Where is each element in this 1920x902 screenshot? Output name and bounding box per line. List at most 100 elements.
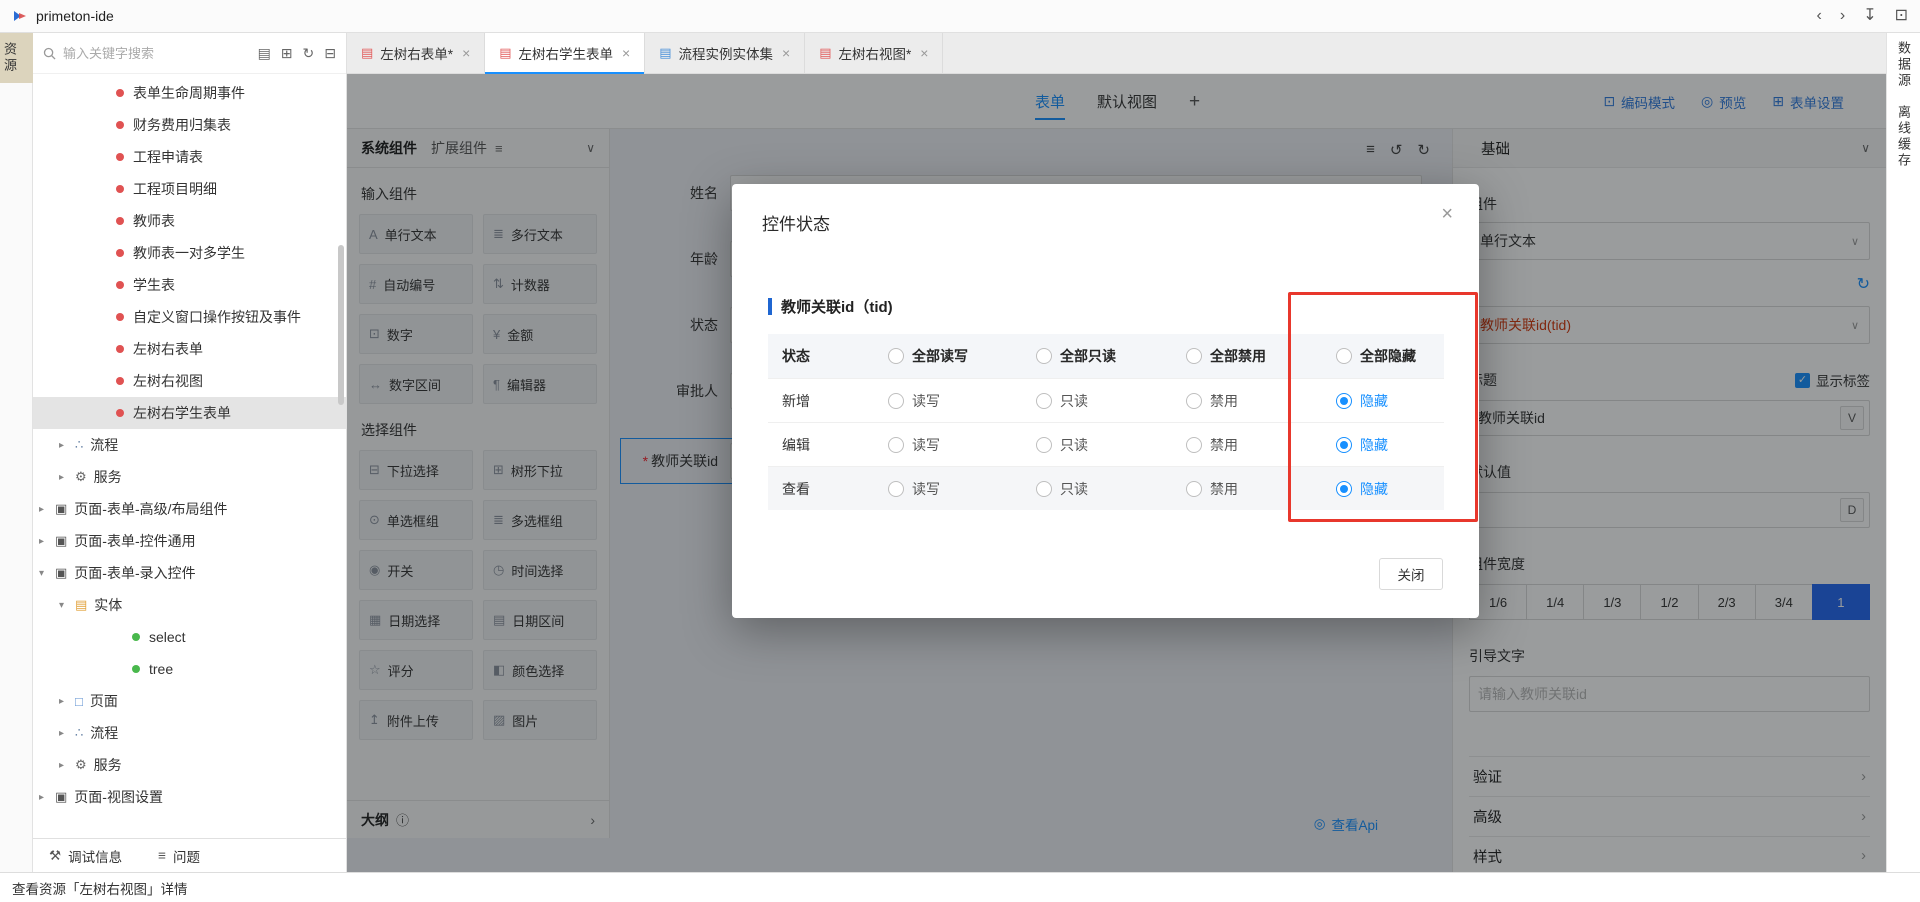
- tree-item[interactable]: 工程申请表: [33, 141, 346, 173]
- option-cell: 读写: [888, 479, 1036, 499]
- radio-button[interactable]: [1186, 481, 1202, 497]
- document-tab[interactable]: ▤左树右视图*×: [805, 33, 943, 73]
- status-dot-icon: [116, 217, 124, 225]
- tree-item[interactable]: 教师表: [33, 205, 346, 237]
- app-logo-icon: [12, 8, 28, 24]
- tree-item[interactable]: ▸▣页面-表单-控件通用: [33, 525, 346, 557]
- tree-item-label: 教师表一对多学生: [133, 243, 245, 263]
- tree-item[interactable]: ▸▣页面-视图设置: [33, 781, 346, 813]
- radio-button[interactable]: [1036, 437, 1052, 453]
- tree-item[interactable]: 自定义窗口操作按钮及事件: [33, 301, 346, 333]
- radio-button[interactable]: [888, 348, 904, 364]
- flow-icon: ∴: [75, 437, 83, 453]
- option-label: 隐藏: [1360, 479, 1388, 499]
- radio-button[interactable]: [1036, 348, 1052, 364]
- close-tab-icon[interactable]: ×: [462, 45, 470, 61]
- tree-item[interactable]: 学生表: [33, 269, 346, 301]
- tree-item[interactable]: 左树右视图: [33, 365, 346, 397]
- tree-item[interactable]: ▸⚙服务: [33, 749, 346, 781]
- radio-button[interactable]: [1336, 437, 1352, 453]
- close-tab-icon[interactable]: ×: [622, 45, 630, 61]
- tree-item-label: 学生表: [133, 275, 175, 295]
- chevron-right-icon: ▸: [59, 696, 75, 707]
- tree-item-label: 左树右视图: [133, 371, 203, 391]
- modal-title: 控件状态: [762, 210, 830, 235]
- option-cell: 隐藏: [1336, 435, 1444, 455]
- bottom-tab[interactable]: ⚒调试信息: [49, 846, 122, 866]
- tree-item[interactable]: ▸∴流程: [33, 429, 346, 461]
- statusbar-text: 查看资源「左树右视图」详情: [12, 878, 188, 898]
- chevron-right-icon: ▸: [59, 728, 75, 739]
- tree-item[interactable]: select: [33, 621, 346, 653]
- new-folder-icon[interactable]: ⊞: [281, 45, 293, 62]
- close-tab-icon[interactable]: ×: [920, 45, 928, 61]
- scrollbar[interactable]: [338, 245, 344, 405]
- status-dot-icon: [116, 313, 124, 321]
- status-dot-icon: [116, 185, 124, 193]
- tree-item-label: 流程: [90, 435, 118, 455]
- title-accent-bar: [768, 298, 772, 315]
- radio-button[interactable]: [888, 393, 904, 409]
- radio-button[interactable]: [1336, 393, 1352, 409]
- control-state-table: 状态全部读写全部只读全部禁用全部隐藏新增读写只读禁用隐藏编辑读写只读禁用隐藏查看…: [768, 334, 1444, 510]
- tree-item[interactable]: ▸∴流程: [33, 717, 346, 749]
- document-tab[interactable]: ▤流程实例实体集×: [645, 33, 805, 73]
- issues-icon: ≡: [158, 848, 166, 863]
- cube-icon: ▣: [55, 789, 67, 805]
- status-dot-icon: [116, 121, 124, 129]
- cube-icon: ▣: [55, 565, 67, 581]
- option-cell: 禁用: [1186, 479, 1336, 499]
- close-tab-icon[interactable]: ×: [782, 45, 790, 61]
- radio-button[interactable]: [1336, 348, 1352, 364]
- tree-item[interactable]: 表单生命周期事件: [33, 77, 346, 109]
- new-form-icon[interactable]: ▤: [258, 45, 271, 62]
- tree-item[interactable]: ▾▣页面-表单-录入控件: [33, 557, 346, 589]
- collapse-all-icon[interactable]: ⊟: [324, 45, 336, 62]
- bottom-tab[interactable]: ≡问题: [158, 846, 200, 866]
- close-icon[interactable]: ×: [1441, 204, 1453, 224]
- option-cell: 只读: [1036, 479, 1186, 499]
- right-rail-tab[interactable]: 数据源: [1894, 41, 1913, 89]
- status-dot-icon: [116, 409, 124, 417]
- option-label: 读写: [912, 391, 940, 411]
- radio-button[interactable]: [1336, 481, 1352, 497]
- tree-item[interactable]: 工程项目明细: [33, 173, 346, 205]
- document-tabs: ▤左树右表单*×▤左树右学生表单×▤流程实例实体集×▤左树右视图*×: [347, 33, 1886, 74]
- radio-button[interactable]: [1036, 481, 1052, 497]
- save-icon[interactable]: ⊡: [1895, 8, 1908, 24]
- table-row: 查看读写只读禁用隐藏: [768, 466, 1444, 510]
- tree-item[interactable]: ▸▣页面-表单-高级/布局组件: [33, 493, 346, 525]
- row-state-label: 编辑: [768, 435, 888, 455]
- radio-button[interactable]: [1036, 393, 1052, 409]
- document-tab[interactable]: ▤左树右学生表单×: [485, 33, 645, 73]
- tree-item[interactable]: ▸⚙服务: [33, 461, 346, 493]
- radio-button[interactable]: [888, 481, 904, 497]
- tree-item[interactable]: 教师表一对多学生: [33, 237, 346, 269]
- app-window: primeton-ide ‹›↧⊡ 资源 ▤⊞↻⊟ 表单生命周期事件财务费用归集…: [0, 0, 1920, 902]
- tree-item[interactable]: 财务费用归集表: [33, 109, 346, 141]
- option-label: 读写: [912, 479, 940, 499]
- search-icon: [43, 47, 56, 60]
- radio-button[interactable]: [1186, 348, 1202, 364]
- right-rail-tab[interactable]: 离线缓存: [1894, 105, 1913, 169]
- search-input[interactable]: [63, 46, 251, 61]
- tree-item[interactable]: 左树右表单: [33, 333, 346, 365]
- download-icon[interactable]: ↧: [1863, 8, 1876, 24]
- file-icon: ▤: [659, 45, 671, 61]
- titlebar-icons: ‹ › ↧ ⊡: [1817, 8, 1908, 24]
- close-button[interactable]: 关闭: [1379, 558, 1443, 590]
- document-tab[interactable]: ▤左树右表单*×: [347, 33, 485, 73]
- back-icon[interactable]: ‹: [1817, 8, 1822, 24]
- tree-item[interactable]: ▾▤实体: [33, 589, 346, 621]
- tree-item[interactable]: 左树右学生表单: [33, 397, 346, 429]
- forward-icon[interactable]: ›: [1840, 8, 1845, 24]
- modal-field-title: 教师关联id（tid): [781, 296, 893, 317]
- refresh-icon[interactable]: ↻: [303, 45, 315, 62]
- option-cell: 只读: [1036, 435, 1186, 455]
- tree-item[interactable]: ▸□页面: [33, 685, 346, 717]
- tree-item[interactable]: tree: [33, 653, 346, 685]
- radio-button[interactable]: [888, 437, 904, 453]
- radio-button[interactable]: [1186, 437, 1202, 453]
- radio-button[interactable]: [1186, 393, 1202, 409]
- resources-rail-tab[interactable]: 资源: [0, 33, 33, 83]
